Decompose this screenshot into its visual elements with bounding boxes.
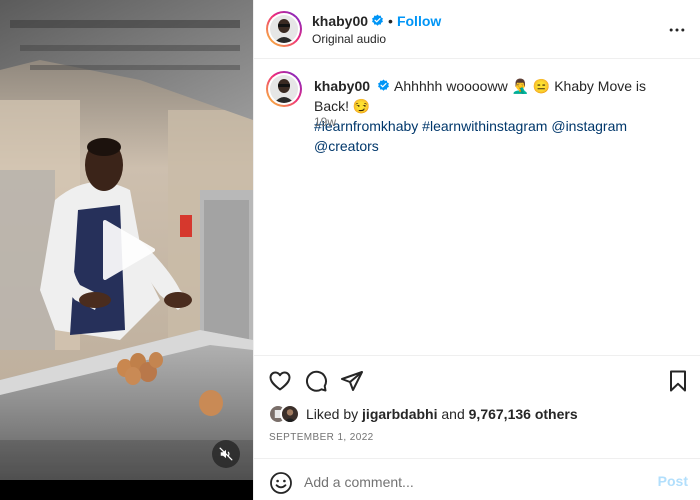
liker-avatars[interactable]: [268, 404, 302, 424]
liker-username[interactable]: jigarbdabhi: [362, 406, 437, 422]
likes-summary: Liked by jigarbdabhi and 9,767,136 other…: [268, 403, 578, 425]
audio-link[interactable]: Original audio: [312, 32, 441, 46]
header-text: khaby00 • Follow Original audio: [312, 13, 441, 46]
caption-text: khaby00 Ahhhhh wooooww 🤦‍♂️ 😑 Khaby Move …: [314, 76, 684, 156]
mention-creators[interactable]: @creators: [314, 138, 379, 154]
post-date[interactable]: SEPTEMBER 1, 2022: [269, 432, 374, 443]
comment-bar: Post: [254, 458, 700, 500]
verified-badge-icon: [372, 14, 383, 26]
avatar-image: [270, 75, 298, 103]
comment-button[interactable]: [304, 369, 328, 393]
speaker-muted-icon: [219, 447, 233, 461]
bookmark-icon: [670, 370, 686, 392]
like-button[interactable]: [268, 369, 292, 393]
post-details-pane: khaby00 • Follow Original audio khaby00 …: [253, 0, 700, 500]
comment-icon: [305, 370, 327, 392]
likes-prefix: Liked by: [306, 406, 359, 422]
likes-middle: and: [441, 406, 465, 422]
caption-username[interactable]: khaby00: [314, 78, 370, 94]
caption-timestamp[interactable]: 19w: [314, 115, 336, 129]
more-options-button[interactable]: [667, 20, 687, 40]
paper-plane-icon: [341, 371, 363, 391]
smiley-icon: [270, 472, 292, 494]
play-icon: [103, 220, 155, 280]
instagram-post-modal: khaby00 • Follow Original audio khaby00 …: [0, 0, 700, 500]
post-comment-button[interactable]: Post: [658, 473, 688, 489]
follow-button[interactable]: Follow: [397, 13, 441, 29]
post-header: khaby00 • Follow Original audio: [254, 0, 700, 59]
hashtag-learnwithinstagram[interactable]: #learnwithinstagram: [422, 118, 547, 134]
more-horizontal-icon: [669, 28, 685, 32]
verified-badge-icon: [378, 79, 389, 91]
author-avatar[interactable]: [266, 11, 302, 47]
heart-icon: [269, 371, 291, 391]
liker-avatar: [280, 404, 300, 424]
separator-dot: •: [388, 13, 393, 29]
likes-count[interactable]: 9,767,136 others: [469, 406, 578, 422]
avatar-image: [270, 15, 298, 43]
comment-input[interactable]: [304, 470, 644, 494]
emoji-button[interactable]: [269, 471, 293, 495]
save-button[interactable]: [666, 369, 690, 393]
share-button[interactable]: [340, 369, 364, 393]
mute-button[interactable]: [212, 440, 240, 468]
video-player[interactable]: [0, 0, 253, 500]
action-bar: [254, 355, 700, 405]
play-button[interactable]: [95, 218, 159, 282]
caption-avatar[interactable]: [266, 71, 302, 107]
mention-instagram[interactable]: @instagram: [551, 118, 627, 134]
author-username[interactable]: khaby00: [312, 13, 368, 29]
